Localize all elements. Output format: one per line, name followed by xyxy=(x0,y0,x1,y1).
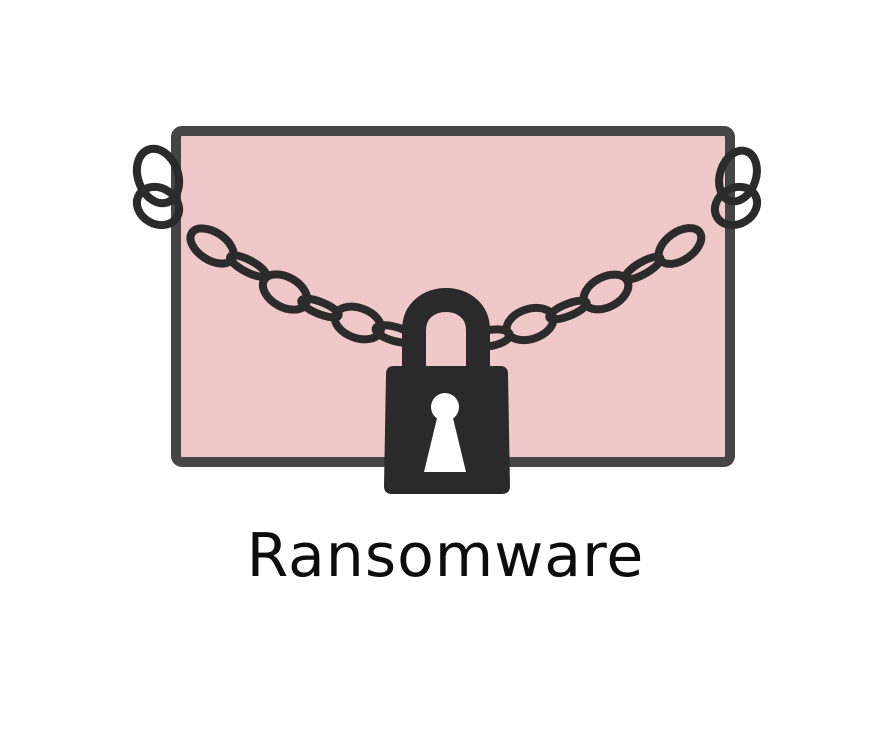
ransomware-illustration xyxy=(132,126,762,494)
caption-title: Ransomware xyxy=(246,521,645,591)
